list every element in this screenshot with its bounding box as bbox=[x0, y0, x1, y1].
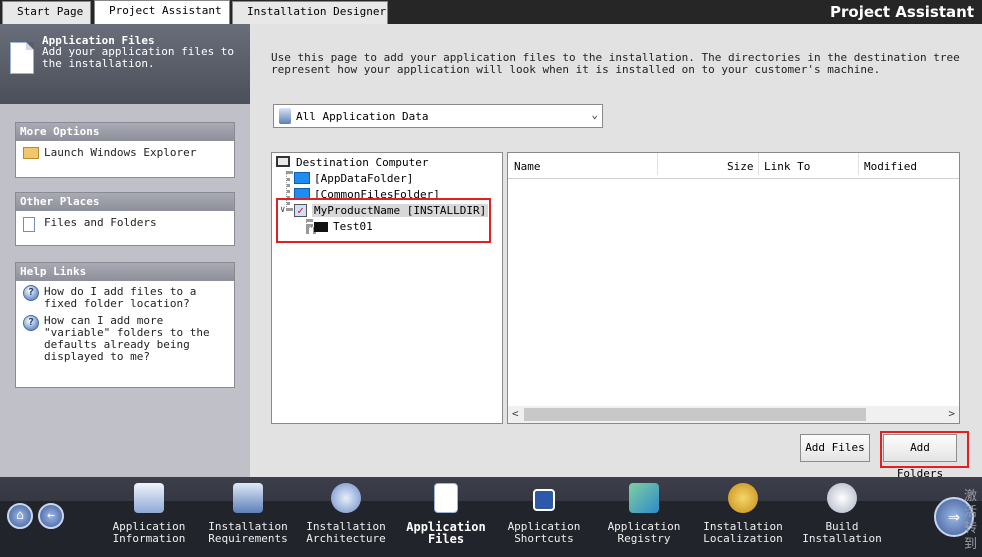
nav-build-installation[interactable]: Build Installation bbox=[794, 481, 890, 553]
application-information-icon bbox=[134, 483, 164, 513]
application-data-dropdown[interactable]: All Application Data ⌄ bbox=[273, 104, 603, 128]
tree-node-test01[interactable]: Test01 bbox=[314, 220, 373, 234]
scrollbar-thumb[interactable] bbox=[524, 408, 866, 421]
tree-node-label: [CommonFilesFolder] bbox=[314, 188, 440, 201]
document-icon bbox=[23, 217, 35, 232]
list-header: Name Size Link To Modified bbox=[508, 153, 959, 179]
tab-installation-designer[interactable]: Installation Designer bbox=[232, 1, 388, 24]
back-arrow-icon[interactable]: ← bbox=[38, 503, 64, 529]
intro-text: Use this page to add your application fi… bbox=[271, 51, 960, 76]
nav-installation-architecture[interactable]: Installation Architecture bbox=[298, 481, 394, 553]
tree-node-root[interactable]: Destination Computer bbox=[276, 156, 428, 170]
folder-icon bbox=[294, 172, 310, 184]
tree-node-label: [AppDataFolder] bbox=[314, 172, 414, 185]
help-icon: ? bbox=[23, 315, 39, 331]
nav-label: Installation Localization bbox=[703, 520, 783, 545]
horizontal-scrollbar[interactable]: < > bbox=[508, 406, 959, 423]
build-installation-icon bbox=[827, 483, 857, 513]
nav-application-files[interactable]: Application Files bbox=[398, 481, 494, 553]
help-link-label: How can I add more "variable" folders to… bbox=[44, 314, 210, 363]
nav-label: Build Installation bbox=[802, 520, 882, 545]
chevron-down-icon[interactable]: ⌄ bbox=[591, 108, 598, 121]
tree-node-appdata[interactable]: [AppDataFolder] bbox=[294, 172, 413, 186]
installation-requirements-icon bbox=[233, 483, 263, 513]
installation-localization-icon bbox=[728, 483, 758, 513]
column-modified[interactable]: Modified bbox=[864, 160, 917, 173]
app-title: Project Assistant bbox=[830, 3, 974, 21]
tab-start-page[interactable]: Start Page bbox=[2, 1, 91, 24]
dropdown-value: All Application Data bbox=[296, 110, 429, 123]
bottom-nav: ⌂ ← Application Information Installation R… bbox=[0, 477, 982, 557]
nav-label: Application Files bbox=[406, 520, 486, 546]
nav-label: Application Information bbox=[112, 520, 186, 545]
help-links-title: Help Links bbox=[16, 263, 234, 281]
tree-line bbox=[286, 171, 290, 211]
files-and-folders-link[interactable]: Files and Folders bbox=[16, 211, 234, 234]
files-list[interactable]: Name Size Link To Modified < > bbox=[507, 152, 960, 424]
activation-watermark: 激活 转到 bbox=[964, 489, 978, 552]
column-size[interactable]: Size bbox=[727, 160, 754, 173]
tab-project-assistant[interactable]: Project Assistant bbox=[94, 0, 230, 24]
application-files-icon bbox=[434, 483, 458, 513]
chevron-right-icon[interactable]: > bbox=[948, 407, 955, 420]
chevron-left-icon[interactable]: < bbox=[512, 407, 519, 420]
add-files-button[interactable]: Add Files bbox=[800, 434, 870, 462]
help-links-box: Help Links ? How do I add files to a fix… bbox=[15, 262, 235, 388]
computer-icon bbox=[276, 156, 290, 167]
help-icon: ? bbox=[23, 285, 39, 301]
main-content: Use this page to add your application fi… bbox=[250, 24, 982, 480]
installation-architecture-icon bbox=[331, 483, 361, 513]
launch-explorer-link[interactable]: Launch Windows Explorer bbox=[16, 141, 234, 164]
column-divider[interactable] bbox=[858, 153, 859, 175]
files-and-folders-label: Files and Folders bbox=[44, 216, 157, 229]
more-options-box: More Options Launch Windows Explorer bbox=[15, 122, 235, 178]
column-name[interactable]: Name bbox=[514, 160, 541, 173]
nav-label: Application Shortcuts bbox=[507, 520, 581, 545]
folder-icon bbox=[314, 222, 328, 232]
folder-icon bbox=[23, 147, 39, 159]
nav-installation-requirements[interactable]: Installation Requirements bbox=[200, 481, 296, 553]
tree-node-label: MyProductName [INSTALLDIR] bbox=[312, 204, 489, 217]
nav-installation-localization[interactable]: Installation Localization bbox=[695, 481, 791, 553]
tree-node-label: Test01 bbox=[333, 220, 373, 233]
help-link-label: How do I add files to a fixed folder loc… bbox=[44, 285, 197, 310]
other-places-title: Other Places bbox=[16, 193, 234, 211]
page-header: Application Files Add your application f… bbox=[0, 24, 250, 104]
destination-tree[interactable]: Destination Computer [AppDataFolder] [Co… bbox=[271, 152, 503, 424]
other-places-box: Other Places Files and Folders bbox=[15, 192, 235, 246]
tab-strip: Start Page Project Assistant Installatio… bbox=[0, 0, 982, 24]
nav-label: Application Registry bbox=[607, 520, 681, 545]
folder-icon bbox=[294, 188, 310, 200]
help-link-fixed-folder[interactable]: ? How do I add files to a fixed folder l… bbox=[16, 281, 234, 315]
checkbox-icon: ✓ bbox=[294, 204, 307, 217]
application-shortcuts-icon bbox=[533, 489, 555, 511]
nav-application-registry[interactable]: Application Registry bbox=[596, 481, 692, 553]
application-registry-icon bbox=[629, 483, 659, 513]
launch-explorer-label: Launch Windows Explorer bbox=[44, 146, 197, 159]
column-link-to[interactable]: Link To bbox=[764, 160, 810, 173]
nav-application-information[interactable]: Application Information bbox=[101, 481, 197, 553]
chevron-down-icon[interactable]: ∨ bbox=[280, 205, 285, 215]
document-icon bbox=[10, 42, 34, 74]
tree-line bbox=[306, 219, 310, 227]
tree-node-commonfiles[interactable]: [CommonFilesFolder] bbox=[294, 188, 440, 202]
nav-label: Installation Requirements bbox=[208, 520, 288, 545]
page-description: Add your application files to the instal… bbox=[42, 45, 235, 70]
left-panel: Application Files Add your application f… bbox=[0, 24, 250, 477]
column-divider[interactable] bbox=[657, 153, 658, 175]
tree-node-installdir[interactable]: ✓ MyProductName [INSTALLDIR] bbox=[294, 204, 489, 218]
tree-node-label: Destination Computer bbox=[296, 156, 429, 169]
column-divider[interactable] bbox=[758, 153, 759, 175]
application-data-icon bbox=[279, 108, 291, 124]
help-link-variable-folders[interactable]: ? How can I add more "variable" folders … bbox=[16, 315, 234, 368]
add-folders-button[interactable]: Add Folders bbox=[883, 434, 957, 480]
more-options-title: More Options bbox=[16, 123, 234, 141]
home-icon[interactable]: ⌂ bbox=[7, 503, 33, 529]
nav-application-shortcuts[interactable]: Application Shortcuts bbox=[496, 481, 592, 553]
nav-label: Installation Architecture bbox=[306, 520, 386, 545]
